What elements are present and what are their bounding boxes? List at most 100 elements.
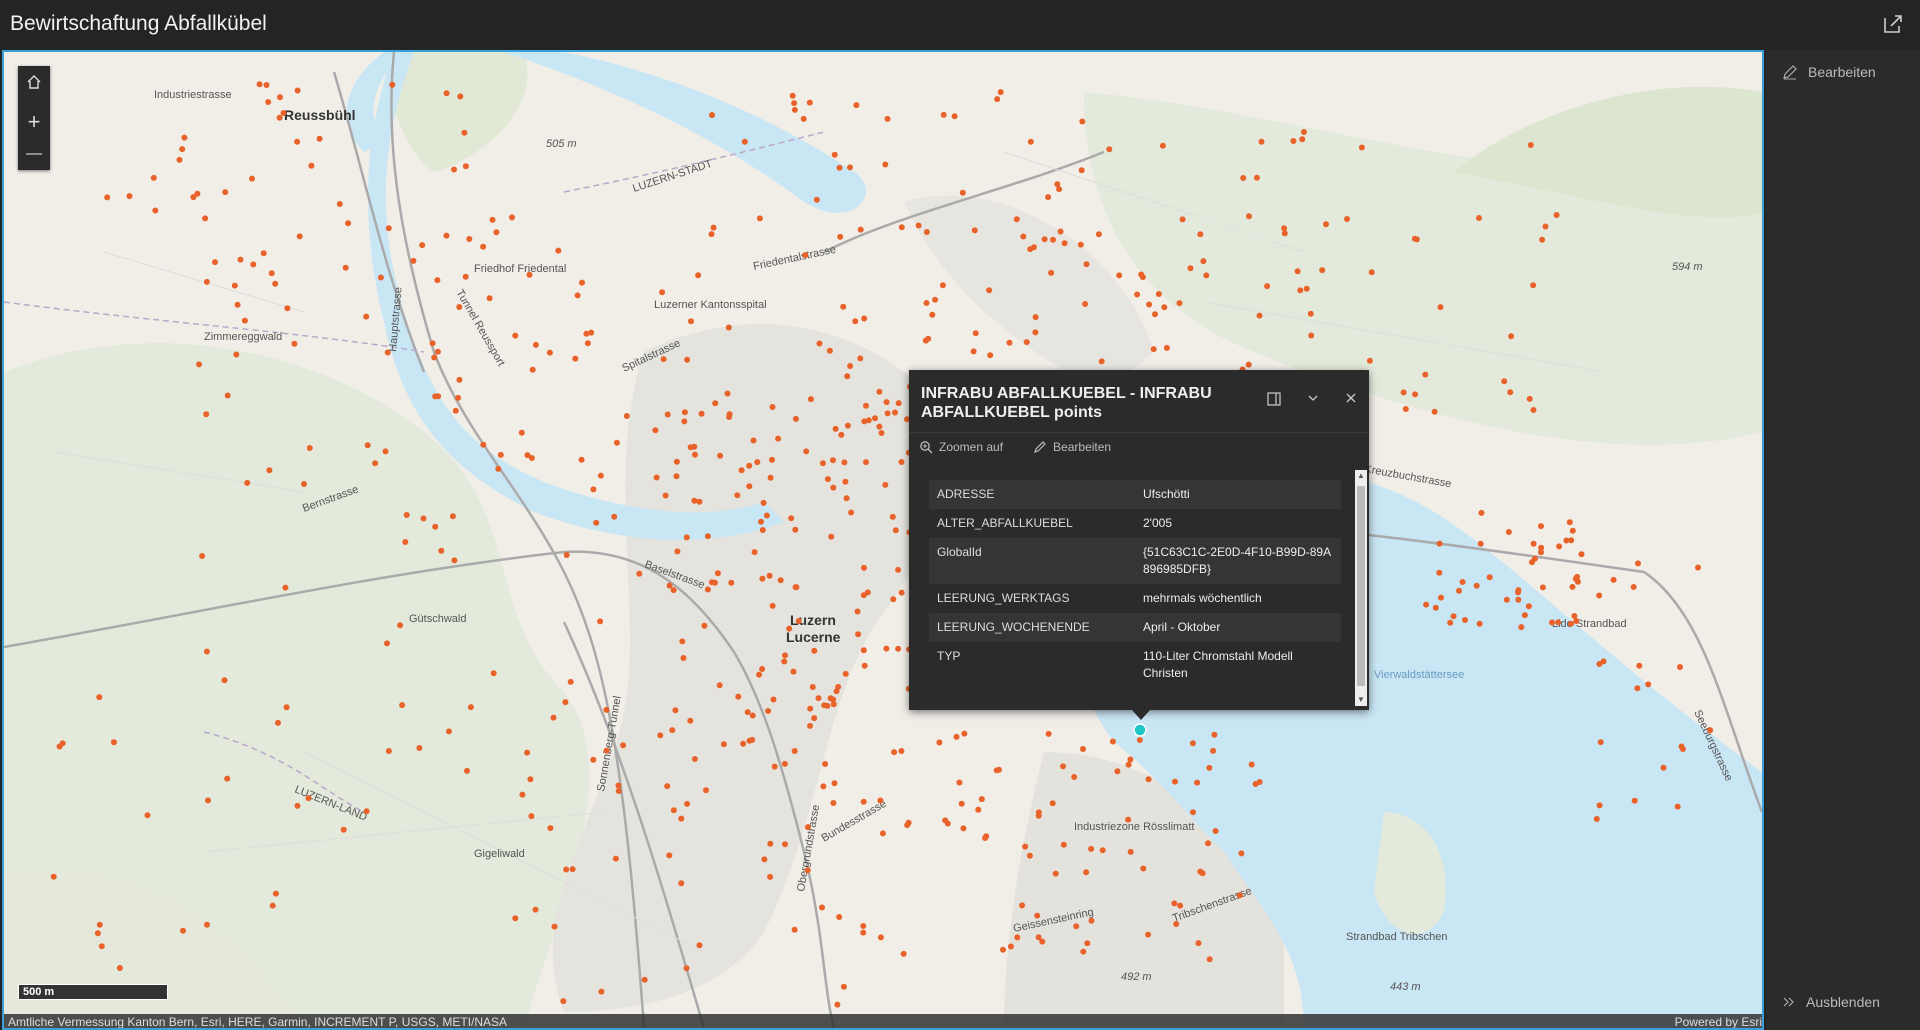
- waste-bin-point[interactable]: [597, 618, 604, 625]
- waste-bin-point[interactable]: [1127, 848, 1134, 855]
- waste-bin-point[interactable]: [495, 465, 502, 472]
- waste-bin-point[interactable]: [456, 304, 463, 310]
- waste-bin-point[interactable]: [222, 189, 229, 196]
- popup-edit-button[interactable]: Bearbeiten: [1033, 440, 1111, 454]
- waste-bin-point[interactable]: [710, 224, 717, 231]
- waste-bin-point[interactable]: [563, 866, 570, 873]
- waste-bin-point[interactable]: [1542, 223, 1549, 230]
- waste-bin-point[interactable]: [372, 460, 379, 467]
- waste-bin-point[interactable]: [847, 164, 853, 171]
- waste-bin-point[interactable]: [296, 233, 303, 240]
- waste-bin-point[interactable]: [1526, 395, 1533, 402]
- waste-bin-point[interactable]: [305, 795, 312, 802]
- waste-bin-point[interactable]: [526, 271, 533, 278]
- popup-scrollbar[interactable]: ▲ ▼: [1355, 470, 1367, 706]
- waste-bin-point[interactable]: [1048, 269, 1055, 276]
- waste-bin-point[interactable]: [1045, 194, 1052, 201]
- waste-bin-point[interactable]: [1569, 583, 1576, 590]
- waste-bin-point[interactable]: [1593, 816, 1600, 822]
- waste-bin-point[interactable]: [813, 196, 820, 203]
- waste-bin-point[interactable]: [1307, 310, 1314, 317]
- waste-bin-point[interactable]: [1319, 267, 1326, 274]
- scroll-down-arrow-icon[interactable]: ▼: [1355, 694, 1367, 706]
- waste-bin-point[interactable]: [953, 733, 960, 740]
- waste-bin-point[interactable]: [807, 396, 814, 403]
- waste-bin-point[interactable]: [841, 459, 848, 466]
- waste-bin-point[interactable]: [1039, 938, 1046, 945]
- waste-bin-point[interactable]: [895, 566, 902, 573]
- waste-bin-point[interactable]: [1173, 921, 1180, 927]
- dock-button[interactable]: [1267, 392, 1281, 406]
- waste-bin-point[interactable]: [735, 693, 742, 700]
- waste-bin-point[interactable]: [202, 215, 209, 222]
- waste-bin-point[interactable]: [972, 330, 979, 337]
- waste-bin-point[interactable]: [233, 351, 240, 358]
- waste-bin-point[interactable]: [615, 782, 622, 789]
- zoom-in-button[interactable]: +: [18, 106, 50, 138]
- waste-bin-point[interactable]: [855, 631, 862, 638]
- waste-bin-point[interactable]: [807, 705, 814, 712]
- waste-bin-point[interactable]: [1189, 740, 1196, 747]
- waste-bin-point[interactable]: [1253, 174, 1260, 181]
- waste-bin-point[interactable]: [301, 481, 307, 487]
- waste-bin-point[interactable]: [528, 813, 535, 820]
- waste-bin-point[interactable]: [884, 115, 891, 122]
- waste-bin-point[interactable]: [1431, 408, 1438, 415]
- waste-bin-point[interactable]: [664, 783, 671, 790]
- waste-bin-point[interactable]: [842, 478, 849, 485]
- waste-bin-point[interactable]: [1290, 138, 1297, 144]
- waste-bin-point[interactable]: [777, 577, 784, 584]
- waste-bin-point[interactable]: [1412, 391, 1419, 398]
- waste-bin-point[interactable]: [843, 495, 850, 502]
- waste-bin-point[interactable]: [904, 822, 911, 829]
- waste-bin-point[interactable]: [291, 340, 298, 347]
- waste-bin-point[interactable]: [432, 523, 439, 530]
- waste-bin-point[interactable]: [1634, 685, 1641, 692]
- waste-bin-point[interactable]: [664, 411, 671, 418]
- waste-bin-point[interactable]: [244, 479, 251, 486]
- waste-bin-point[interactable]: [983, 833, 990, 840]
- waste-bin-point[interactable]: [1456, 587, 1462, 594]
- waste-bin-point[interactable]: [551, 923, 558, 930]
- waste-bin-point[interactable]: [96, 694, 103, 701]
- waste-bin-point[interactable]: [1515, 587, 1522, 594]
- waste-bin-point[interactable]: [847, 363, 854, 369]
- waste-bin-point[interactable]: [1303, 285, 1310, 292]
- waste-bin-point[interactable]: [389, 81, 396, 88]
- waste-bin-point[interactable]: [987, 352, 994, 359]
- waste-bin-point[interactable]: [263, 82, 270, 88]
- waste-bin-point[interactable]: [1635, 560, 1641, 567]
- waste-bin-point[interactable]: [669, 727, 676, 734]
- waste-bin-point[interactable]: [691, 497, 698, 504]
- waste-bin-point[interactable]: [1099, 847, 1106, 854]
- waste-bin-point[interactable]: [98, 943, 105, 950]
- waste-bin-point[interactable]: [432, 393, 439, 400]
- waste-bin-point[interactable]: [857, 355, 864, 362]
- waste-bin-point[interactable]: [466, 236, 473, 242]
- waste-bin-point[interactable]: [445, 728, 452, 735]
- waste-bin-point[interactable]: [1413, 236, 1420, 243]
- waste-bin-point[interactable]: [1082, 301, 1089, 307]
- waste-bin-point[interactable]: [939, 282, 946, 289]
- waste-bin-point[interactable]: [959, 189, 966, 196]
- waste-bin-point[interactable]: [382, 448, 389, 455]
- waste-bin-point[interactable]: [882, 481, 889, 488]
- waste-bin-point[interactable]: [269, 902, 276, 909]
- waste-bin-point[interactable]: [1014, 934, 1021, 941]
- waste-bin-point[interactable]: [180, 927, 186, 934]
- waste-bin-point[interactable]: [830, 484, 837, 491]
- waste-bin-point[interactable]: [795, 618, 802, 624]
- waste-bin-point[interactable]: [769, 602, 776, 609]
- waste-bin-point[interactable]: [876, 423, 883, 430]
- waste-bin-point[interactable]: [416, 745, 423, 751]
- waste-bin-point[interactable]: [234, 301, 241, 308]
- waste-bin-point[interactable]: [612, 855, 619, 862]
- waste-bin-point[interactable]: [493, 229, 500, 236]
- waste-bin-point[interactable]: [294, 802, 301, 809]
- waste-bin-point[interactable]: [853, 102, 860, 109]
- waste-bin-point[interactable]: [1171, 900, 1178, 907]
- waste-bin-point[interactable]: [455, 394, 462, 401]
- waste-bin-point[interactable]: [844, 373, 851, 380]
- waste-bin-point[interactable]: [1098, 358, 1105, 365]
- waste-bin-point[interactable]: [402, 539, 409, 545]
